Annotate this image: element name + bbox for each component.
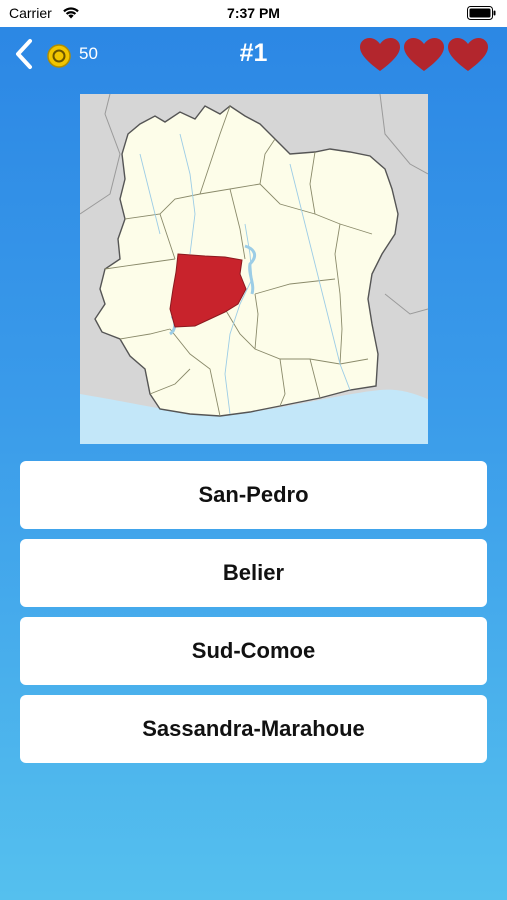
heart-icon <box>360 38 400 71</box>
answer-button-2[interactable]: Belier <box>20 539 487 607</box>
answer-button-1[interactable]: San-Pedro <box>20 461 487 529</box>
heart-icon <box>448 38 488 71</box>
battery-icon <box>467 6 497 20</box>
status-bar: Carrier 7:37 PM <box>0 0 507 27</box>
game-header: 50 #1 <box>0 27 507 83</box>
answer-button-3[interactable]: Sud-Comoe <box>20 617 487 685</box>
clock: 7:37 PM <box>227 5 280 21</box>
heart-icon <box>404 38 444 71</box>
answer-button-4[interactable]: Sassandra-Marahoue <box>20 695 487 763</box>
region-map <box>80 94 428 444</box>
